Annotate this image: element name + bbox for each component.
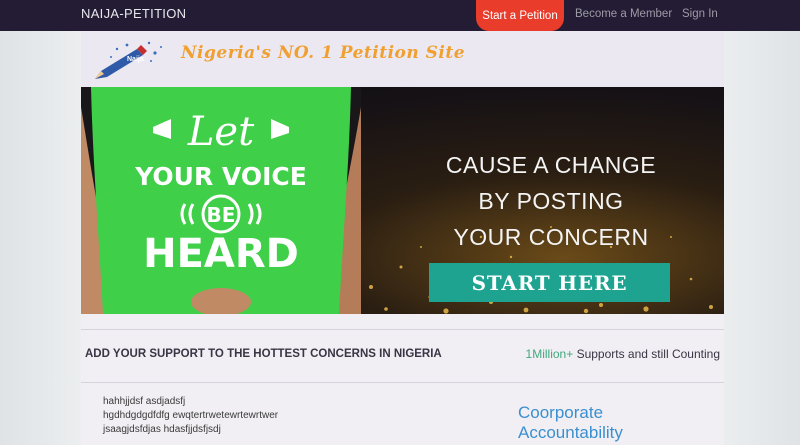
site-tagline: Nigeria's NO. 1 Petition Site [181,43,466,63]
support-count-suffix: Supports and still Counting [573,347,720,361]
petition-excerpt: hahhjjdsf asdjadsfj hgdhdgdgdfdfg ewqter… [103,395,278,437]
sign-in-link[interactable]: Sign In [682,8,718,20]
start-here-button[interactable]: START HERE [429,263,670,302]
petition-title-link[interactable]: Coorporate Accountability [518,403,708,443]
support-heading: ADD YOUR SUPPORT TO THE HOTTEST CONCERNS… [85,348,442,360]
logo-banner: Naija Nigeria's NO. 1 Petition Site [81,31,724,87]
pencil-logo-icon[interactable]: Naija [87,39,169,83]
headline-line-1: CAUSE A CHANGE [445,152,657,178]
hero-headline: CAUSE A CHANGE BY POSTING YOUR CONCERN [401,147,701,255]
headline-line-2: BY POSTING [478,188,624,214]
shirt-text-your-voice: YOUR VOICE [134,162,307,191]
support-bar: ADD YOUR SUPPORT TO THE HOTTEST CONCERNS… [81,329,724,383]
petition-line: hahhjjdsf asdjadsfj [103,396,186,407]
shirt-text-let: Let [187,109,255,155]
headline-line-3: YOUR CONCERN [453,224,649,250]
support-counter: 1Million+ Supports and still Counting [526,347,720,361]
hero-banner: Let YOUR VOICE BE HEARD CAUSE A CHANGE B… [81,87,724,314]
logo-text: Naija [127,56,144,63]
shirt-text-heard: HEARD [143,231,299,277]
support-count-number: 1Million+ [525,347,574,361]
petition-line: jsaagjdsfdjas hdasfjjdsfjsdj [103,424,221,435]
shirt-text-be: BE [207,203,236,227]
hero-photo-tshirt: Let YOUR VOICE BE HEARD [81,87,361,314]
petition-line: hgdhdgdgdfdfg ewqtertrwetewrtewrtwer [103,410,279,421]
become-member-link[interactable]: Become a Member [575,8,672,20]
top-navbar: NAIJA-PETITION Start a Petition Become a… [0,0,800,31]
start-petition-button[interactable]: Start a Petition [476,0,564,31]
main-container: Naija Nigeria's NO. 1 Petition Site Let … [81,31,724,445]
brand-name[interactable]: NAIJA-PETITION [81,6,186,21]
